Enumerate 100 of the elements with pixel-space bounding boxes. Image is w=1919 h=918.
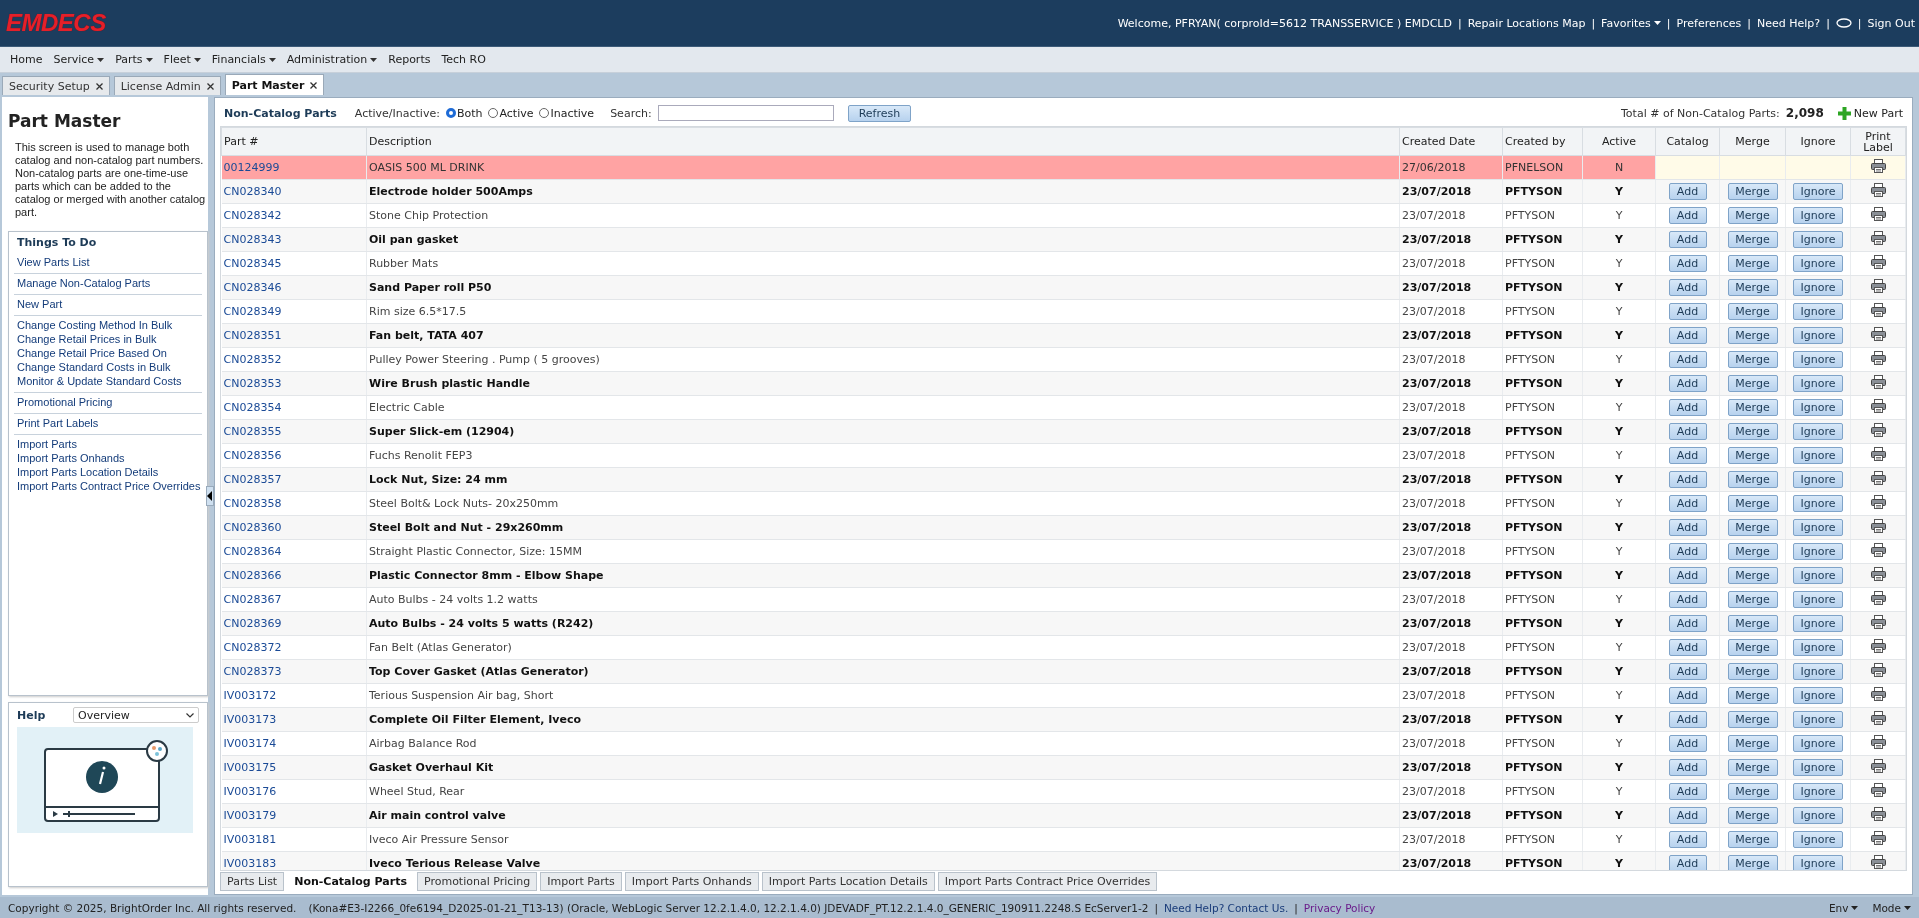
printer-icon[interactable] xyxy=(1870,231,1886,245)
task-link[interactable]: Change Standard Costs in Bulk xyxy=(17,361,202,373)
column-header[interactable]: Created Date xyxy=(1399,127,1503,156)
ignore-button[interactable]: Ignore xyxy=(1793,447,1843,464)
add-button[interactable]: Add xyxy=(1668,231,1707,248)
printer-icon[interactable] xyxy=(1870,279,1886,293)
ignore-button[interactable]: Ignore xyxy=(1793,663,1843,680)
add-button[interactable]: Add xyxy=(1668,183,1707,200)
merge-button[interactable]: Merge xyxy=(1727,783,1778,800)
add-button[interactable]: Add xyxy=(1668,807,1707,824)
add-button[interactable]: Add xyxy=(1668,495,1707,512)
printer-icon[interactable] xyxy=(1870,303,1886,317)
task-link[interactable]: Change Retail Prices in Bulk xyxy=(17,333,202,345)
header-link[interactable]: Repair Locations Map xyxy=(1467,16,1586,30)
ignore-button[interactable]: Ignore xyxy=(1793,591,1843,608)
ignore-button[interactable]: Ignore xyxy=(1793,711,1843,728)
printer-icon[interactable] xyxy=(1870,663,1886,677)
column-header[interactable]: Part # xyxy=(221,127,367,156)
ignore-button[interactable]: Ignore xyxy=(1793,687,1843,704)
favorites-menu[interactable]: Favorites xyxy=(1601,16,1661,30)
merge-button[interactable]: Merge xyxy=(1727,375,1778,392)
printer-icon[interactable] xyxy=(1870,183,1886,197)
add-button[interactable]: Add xyxy=(1668,687,1707,704)
printer-icon[interactable] xyxy=(1870,543,1886,557)
menu-item[interactable]: Parts xyxy=(115,53,153,66)
merge-button[interactable]: Merge xyxy=(1727,279,1778,296)
merge-button[interactable]: Merge xyxy=(1727,855,1778,870)
printer-icon[interactable] xyxy=(1870,687,1886,701)
add-button[interactable]: Add xyxy=(1668,543,1707,560)
task-link[interactable]: New Part xyxy=(17,298,202,310)
column-header[interactable]: Catalog xyxy=(1655,127,1720,156)
ignore-button[interactable]: Ignore xyxy=(1793,495,1843,512)
add-button[interactable]: Add xyxy=(1668,519,1707,536)
printer-icon[interactable] xyxy=(1870,759,1886,773)
merge-button[interactable]: Merge xyxy=(1727,567,1778,584)
merge-button[interactable]: Merge xyxy=(1727,399,1778,416)
printer-icon[interactable] xyxy=(1870,447,1886,461)
task-link[interactable]: Monitor & Update Standard Costs xyxy=(17,375,202,387)
part-number-link[interactable]: IV003176 xyxy=(223,785,277,798)
add-button[interactable]: Add xyxy=(1668,591,1707,608)
menu-item[interactable]: Service xyxy=(53,53,105,66)
bottom-tab[interactable]: Import Parts Onhands xyxy=(624,872,759,891)
merge-button[interactable]: Merge xyxy=(1727,615,1778,632)
column-header[interactable]: Description xyxy=(366,127,1400,156)
add-button[interactable]: Add xyxy=(1668,831,1707,848)
ignore-button[interactable]: Ignore xyxy=(1793,423,1843,440)
menu-item[interactable]: Financials xyxy=(211,53,276,66)
column-header[interactable]: Print Label xyxy=(1850,127,1906,156)
bottom-tab[interactable]: Import Parts xyxy=(540,872,622,891)
ignore-button[interactable]: Ignore xyxy=(1793,807,1843,824)
task-link[interactable]: Change Retail Price Based On xyxy=(17,347,202,359)
radio-option[interactable]: Inactive xyxy=(539,106,595,120)
merge-button[interactable]: Merge xyxy=(1727,639,1778,656)
part-number-link[interactable]: CN028354 xyxy=(223,401,282,414)
add-button[interactable]: Add xyxy=(1668,399,1707,416)
add-button[interactable]: Add xyxy=(1668,351,1707,368)
add-button[interactable]: Add xyxy=(1668,759,1707,776)
merge-button[interactable]: Merge xyxy=(1727,807,1778,824)
printer-icon[interactable] xyxy=(1870,591,1886,605)
bottom-tab[interactable]: Promotional Pricing xyxy=(416,872,538,891)
printer-icon[interactable] xyxy=(1870,351,1886,365)
menu-item[interactable]: Administration xyxy=(286,53,378,66)
bottom-tab[interactable]: Import Parts Contract Price Overrides xyxy=(937,872,1158,891)
menu-item[interactable]: Tech RO xyxy=(441,53,486,66)
add-button[interactable]: Add xyxy=(1668,663,1707,680)
merge-button[interactable]: Merge xyxy=(1727,423,1778,440)
help-link[interactable]: Need Help? Contact Us. xyxy=(1163,901,1289,914)
merge-button[interactable]: Merge xyxy=(1727,231,1778,248)
part-number-link[interactable]: IV003175 xyxy=(223,761,277,774)
merge-button[interactable]: Merge xyxy=(1727,831,1778,848)
merge-button[interactable]: Merge xyxy=(1727,543,1778,560)
printer-icon[interactable] xyxy=(1870,207,1886,221)
part-number-link[interactable]: IV003181 xyxy=(223,833,277,846)
ignore-button[interactable]: Ignore xyxy=(1793,375,1843,392)
privacy-link[interactable]: Privacy Policy xyxy=(1303,901,1376,914)
ignore-button[interactable]: Ignore xyxy=(1793,783,1843,800)
ignore-button[interactable]: Ignore xyxy=(1793,303,1843,320)
radio-option[interactable]: Both xyxy=(445,106,483,120)
merge-button[interactable]: Merge xyxy=(1727,519,1778,536)
footer-menu[interactable]: Mode xyxy=(1872,901,1911,914)
merge-button[interactable]: Merge xyxy=(1727,591,1778,608)
merge-button[interactable]: Merge xyxy=(1727,735,1778,752)
footer-menu[interactable]: Env xyxy=(1828,901,1859,914)
header-link[interactable]: Preferences xyxy=(1676,16,1742,30)
printer-icon[interactable] xyxy=(1870,783,1886,797)
merge-button[interactable]: Merge xyxy=(1727,327,1778,344)
task-link[interactable]: Import Parts Onhands xyxy=(17,452,202,464)
merge-button[interactable]: Merge xyxy=(1727,351,1778,368)
printer-icon[interactable] xyxy=(1870,423,1886,437)
part-number-link[interactable]: CN028352 xyxy=(223,353,282,366)
printer-icon[interactable] xyxy=(1870,831,1886,845)
close-icon[interactable] xyxy=(95,82,103,90)
ignore-button[interactable]: Ignore xyxy=(1793,567,1843,584)
add-button[interactable]: Add xyxy=(1668,207,1707,224)
page-tab[interactable]: Part Master xyxy=(224,74,325,95)
task-link[interactable]: Manage Non-Catalog Parts xyxy=(17,277,202,289)
ignore-button[interactable]: Ignore xyxy=(1793,351,1843,368)
part-number-link[interactable]: CN028358 xyxy=(223,497,282,510)
part-number-link[interactable]: IV003173 xyxy=(223,713,277,726)
part-number-link[interactable]: CN028345 xyxy=(223,257,282,270)
